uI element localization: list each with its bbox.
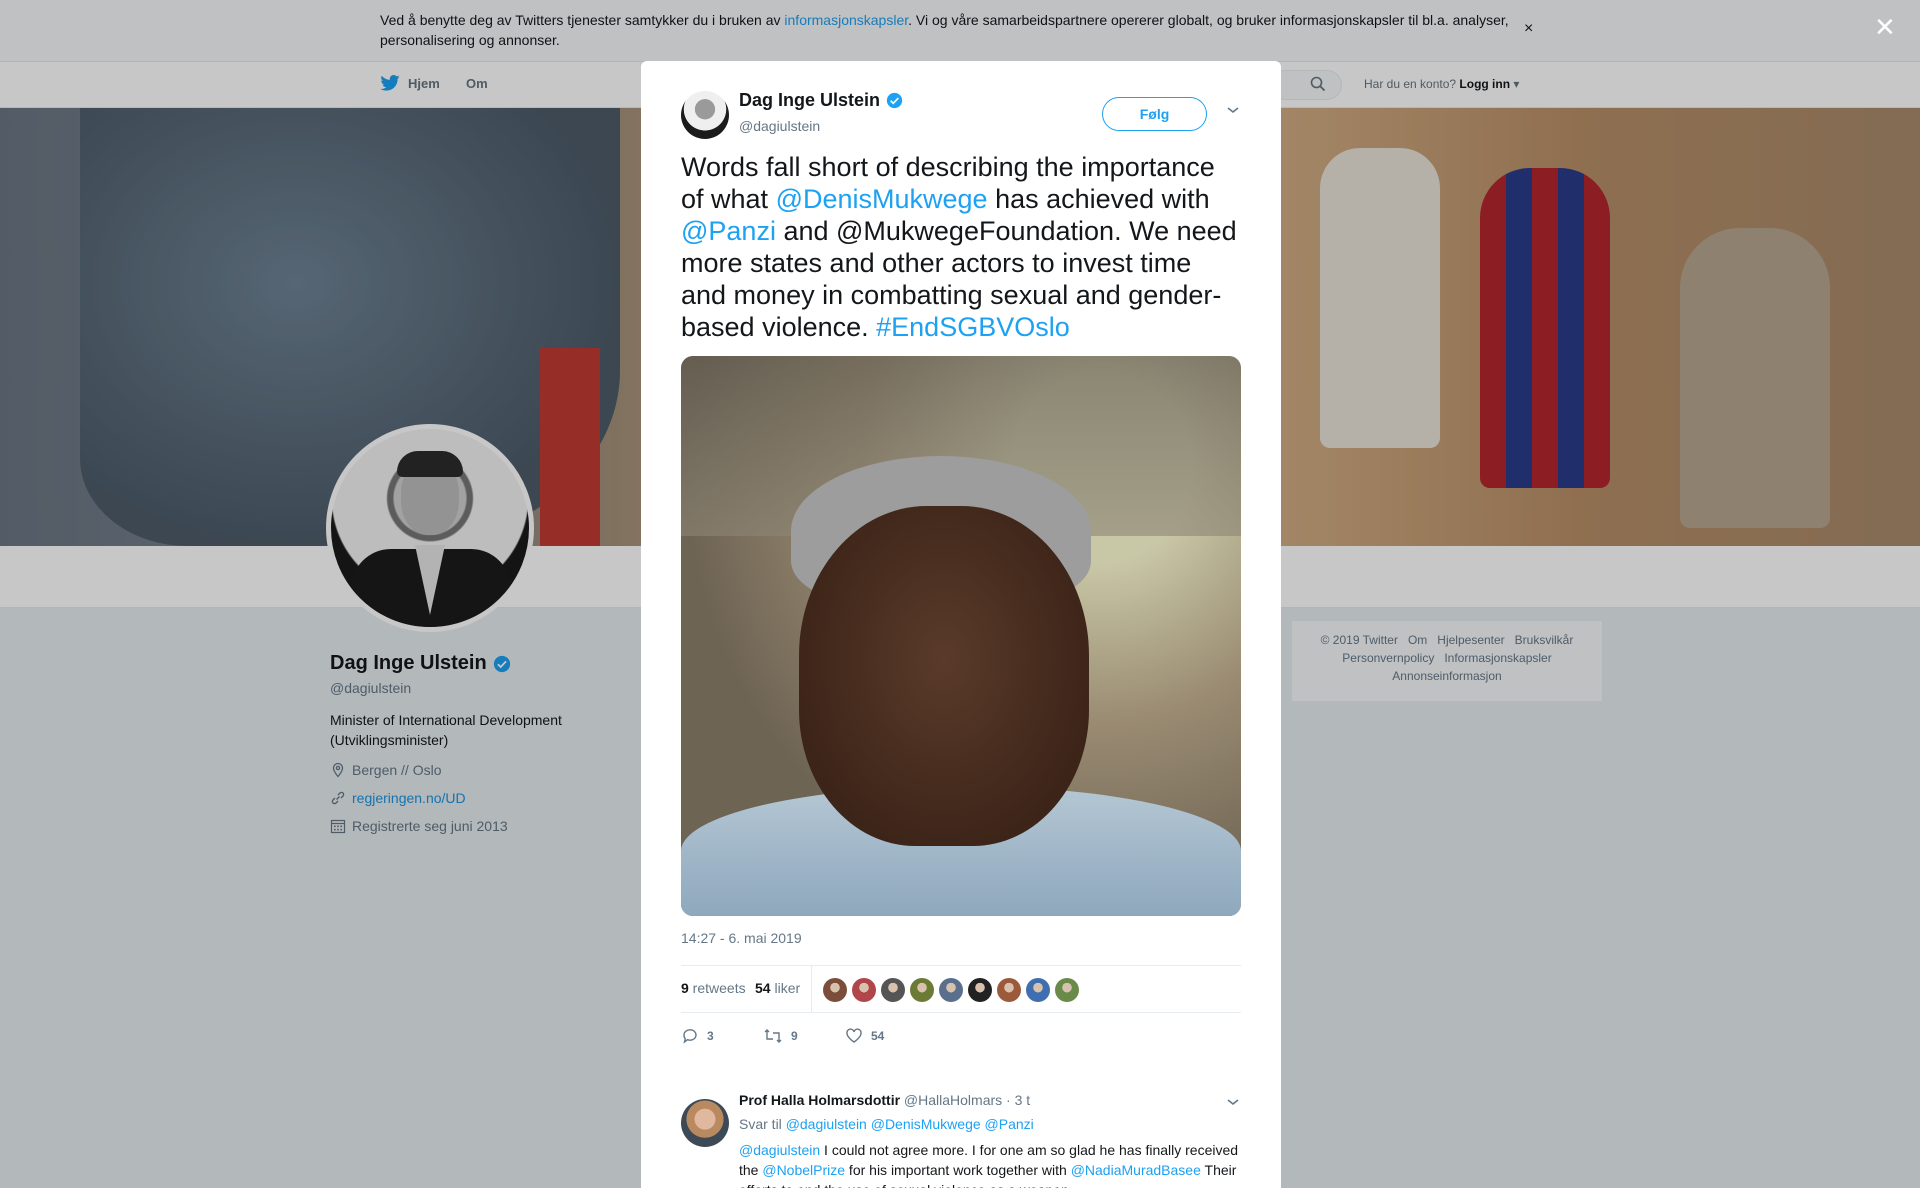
liker-avatar[interactable] xyxy=(852,978,876,1002)
author-handle[interactable]: @dagiulstein xyxy=(739,118,820,134)
author-name[interactable]: Dag Inge Ulstein xyxy=(739,90,903,111)
reply-author-avatar[interactable] xyxy=(681,1099,729,1147)
chevron-down-icon[interactable] xyxy=(1226,105,1240,115)
like-count: 54 xyxy=(871,1029,885,1043)
reply-button[interactable]: 3 xyxy=(681,1027,714,1045)
verified-badge-icon xyxy=(886,92,903,109)
tweet-actions: 3 9 54 xyxy=(681,1021,1241,1051)
likes-stat[interactable]: 54 liker xyxy=(755,980,800,996)
tweet-text: Words fall short of describing the impor… xyxy=(681,151,1241,343)
follow-button[interactable]: Følg xyxy=(1102,97,1207,131)
heart-icon xyxy=(846,1028,862,1043)
reply-count: 3 xyxy=(707,1029,714,1043)
liker-avatar[interactable] xyxy=(968,978,992,1002)
mention-link[interactable]: @NadiaMuradBasee xyxy=(1071,1162,1201,1178)
likers-avatars xyxy=(823,978,1079,1002)
mention-link[interactable]: @dagiulstein xyxy=(739,1142,820,1158)
tweet-text-part: has achieved with xyxy=(987,184,1210,214)
retweet-button[interactable]: 9 xyxy=(763,1027,798,1045)
liker-avatar[interactable] xyxy=(823,978,847,1002)
chevron-down-icon[interactable] xyxy=(1226,1097,1240,1107)
tweet-photo[interactable] xyxy=(681,356,1241,916)
reply-author-name[interactable]: Prof Halla Holmarsdottir xyxy=(739,1092,900,1108)
reply-to: Svar til @dagiulstein @DenisMukwege @Pan… xyxy=(739,1116,1034,1132)
retweets-label: retweets xyxy=(688,980,746,996)
tweet-modal: Dag Inge Ulstein @dagiulstein Følg Words… xyxy=(641,61,1281,1188)
reply-author-handle[interactable]: @HallaHolmars xyxy=(904,1092,1002,1108)
retweets-stat[interactable]: 9 retweets xyxy=(681,980,746,996)
tweet-stats: 9 retweets 54 liker xyxy=(681,965,1241,1013)
reply-text: @dagiulstein I could not agree more. I f… xyxy=(739,1140,1239,1188)
reply-icon xyxy=(683,1029,697,1044)
reply-to-mentions[interactable]: @dagiulstein @DenisMukwege @Panzi xyxy=(786,1116,1034,1132)
liker-avatar[interactable] xyxy=(881,978,905,1002)
reply-text-part: for his important work together with xyxy=(845,1162,1071,1178)
liker-avatar[interactable] xyxy=(910,978,934,1002)
liker-avatar[interactable] xyxy=(1026,978,1050,1002)
liker-avatar[interactable] xyxy=(939,978,963,1002)
mention-link[interactable]: @NobelPrize xyxy=(762,1162,845,1178)
author-avatar[interactable] xyxy=(681,91,729,139)
retweets-count: 9 xyxy=(681,980,689,996)
likes-count: 54 xyxy=(755,980,771,996)
liker-avatar[interactable] xyxy=(997,978,1021,1002)
reply-header: Prof Halla Holmarsdottir @HallaHolmars ·… xyxy=(739,1092,1030,1108)
mention-link[interactable]: @Panzi xyxy=(681,216,776,246)
liker-avatar[interactable] xyxy=(1055,978,1079,1002)
likes-label: liker xyxy=(770,980,801,996)
author-name-text: Dag Inge Ulstein xyxy=(739,90,881,110)
retweet-count: 9 xyxy=(791,1029,798,1043)
tweet-timestamp[interactable]: 14:27 - 6. mai 2019 xyxy=(681,930,802,946)
close-modal-button[interactable]: ✕ xyxy=(1874,12,1896,43)
reply-to-label: Svar til xyxy=(739,1116,786,1132)
mention-link[interactable]: @DenisMukwege xyxy=(776,184,988,214)
retweet-icon xyxy=(764,1029,782,1043)
reply-time[interactable]: · 3 t xyxy=(1002,1092,1030,1108)
hashtag-link[interactable]: #EndSGBVOslo xyxy=(876,312,1070,342)
like-button[interactable]: 54 xyxy=(845,1027,884,1045)
